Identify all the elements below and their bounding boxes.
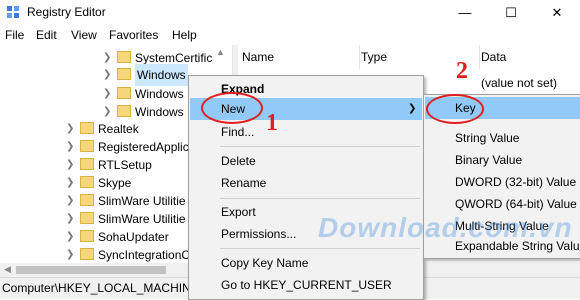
folder-icon	[80, 230, 94, 242]
submenu-item-label: Binary Value	[455, 153, 523, 167]
folder-icon	[117, 87, 131, 99]
menu-item-label: Permissions...	[221, 227, 297, 241]
folder-icon	[80, 122, 94, 134]
scroll-left-arrow-icon[interactable]: ◀	[4, 264, 11, 275]
title-bar: Registry Editor — ☐ ✕	[0, 0, 580, 25]
tree-node-label: SyncIntegrationC	[98, 248, 191, 262]
annotation-step-1: 1	[266, 110, 278, 136]
folder-icon	[80, 248, 94, 260]
annotation-ellipse-key	[426, 94, 484, 124]
menu-item-label: Delete	[221, 154, 256, 168]
minimize-button[interactable]: —	[442, 0, 488, 25]
annotation-step-2: 2	[456, 58, 468, 84]
folder-icon	[117, 51, 131, 63]
menu-item-delete[interactable]: Delete	[190, 150, 422, 172]
folder-icon	[80, 140, 94, 152]
menu-item-label: Go to HKEY_CURRENT_USER	[221, 278, 392, 292]
folder-icon	[117, 105, 131, 117]
menu-item-copy-key-name[interactable]: Copy Key Name	[190, 252, 422, 274]
menu-item-rename[interactable]: Rename	[190, 172, 422, 194]
column-header-data[interactable]: Data	[479, 45, 580, 69]
menu-bar: File Edit View Favorites Help	[0, 25, 580, 45]
value-data-cell: (value not set)	[481, 76, 558, 90]
submenu-arrow-icon: ❯	[408, 103, 417, 114]
menu-item-label: Copy Key Name	[221, 256, 309, 270]
submenu-item-label: DWORD (32-bit) Value	[455, 175, 577, 189]
status-path: Computer\HKEY_LOCAL_MACHIN	[2, 281, 191, 295]
menu-item-label: Export	[221, 205, 256, 219]
scroll-up-arrow-icon[interactable]: ▲	[216, 47, 225, 57]
menu-separator	[220, 146, 420, 147]
menu-help[interactable]: Help	[172, 28, 197, 42]
submenu-item-label: String Value	[455, 131, 520, 145]
menu-separator	[220, 248, 420, 249]
menu-item-label: Find...	[221, 125, 255, 139]
submenu-item-binary-value[interactable]: Binary Value	[425, 149, 580, 171]
close-button[interactable]: ✕	[534, 0, 580, 25]
menu-item-find[interactable]: Find...	[190, 121, 422, 143]
column-header-name[interactable]: Name	[238, 45, 360, 69]
maximize-button[interactable]: ☐	[488, 0, 534, 25]
menu-item-goto-hkcu[interactable]: Go to HKEY_CURRENT_USER	[190, 274, 422, 296]
annotation-ellipse-new	[201, 92, 263, 124]
menu-file[interactable]: File	[5, 28, 24, 42]
folder-icon	[117, 68, 131, 80]
submenu-item-string-value[interactable]: String Value	[425, 127, 580, 149]
menu-edit[interactable]: Edit	[36, 28, 57, 42]
scrollbar-thumb[interactable]	[16, 266, 166, 274]
folder-icon	[80, 176, 94, 188]
folder-icon	[80, 212, 94, 224]
window-title: Registry Editor	[27, 5, 106, 19]
menu-separator	[220, 198, 420, 199]
menu-view[interactable]: View	[71, 28, 97, 42]
watermark: Download.com.vn	[318, 212, 573, 243]
menu-favorites[interactable]: Favorites	[109, 28, 158, 42]
registry-editor-icon	[7, 6, 19, 18]
folder-icon	[80, 158, 94, 170]
submenu-item-dword-value[interactable]: DWORD (32-bit) Value	[425, 171, 580, 193]
tree-node-label: Windows	[135, 105, 184, 119]
menu-item-label: Rename	[221, 176, 267, 190]
folder-icon	[80, 194, 94, 206]
expand-arrow-icon[interactable]: ❯	[66, 244, 74, 263]
